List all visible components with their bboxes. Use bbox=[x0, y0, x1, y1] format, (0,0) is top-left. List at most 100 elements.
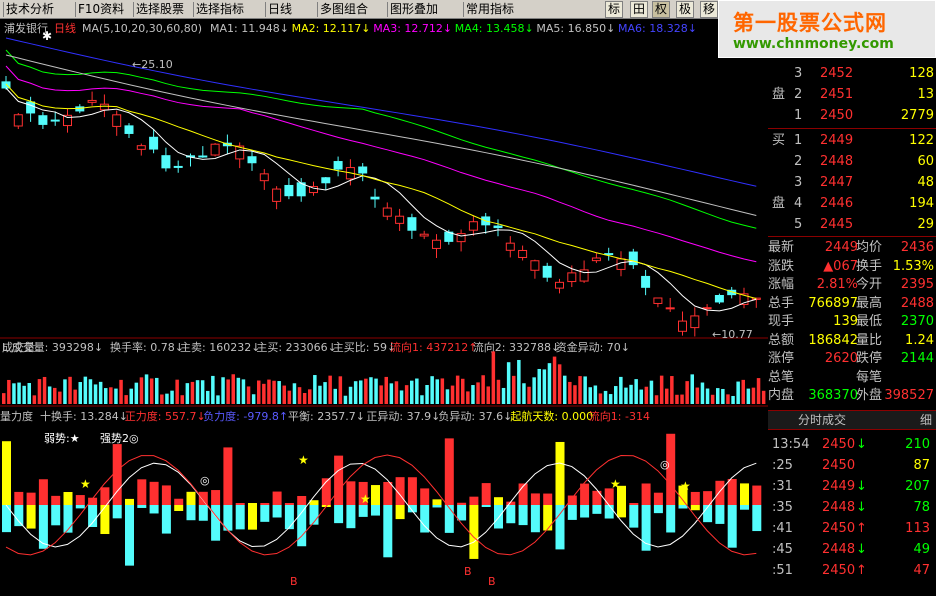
ma-label-3: MA4: 13.458↓ bbox=[455, 22, 534, 35]
tick-volume: 210 bbox=[905, 436, 930, 452]
volume-bar bbox=[83, 376, 88, 404]
force-bar-positive bbox=[592, 490, 602, 505]
volume-bar bbox=[476, 382, 480, 404]
volume-bar bbox=[353, 381, 358, 404]
volume-bar bbox=[287, 390, 292, 404]
level-number: 3 bbox=[794, 66, 803, 81]
toolbar-toggle-2[interactable]: 权 bbox=[652, 1, 670, 18]
volume-bar bbox=[568, 381, 572, 404]
volume-bar bbox=[124, 395, 128, 404]
level-price: 2448 bbox=[820, 154, 854, 169]
volume-bar bbox=[149, 378, 154, 404]
toolbar-item-6[interactable]: 图形叠加 bbox=[390, 2, 438, 17]
force-bar-negative bbox=[592, 505, 602, 514]
volume-bar bbox=[619, 376, 623, 404]
force-bar-positive bbox=[727, 478, 737, 505]
candle-body bbox=[210, 143, 220, 156]
force-bar-positive bbox=[383, 481, 393, 505]
volume-bar bbox=[277, 381, 281, 404]
force-bar-positive bbox=[51, 495, 61, 505]
volume-bar bbox=[7, 379, 11, 404]
candle-body bbox=[198, 155, 208, 158]
tick-price: 2450 bbox=[822, 457, 856, 473]
toolbar-item-4[interactable]: 日线 bbox=[268, 2, 292, 17]
level-price: 2445 bbox=[820, 217, 854, 232]
volume-bar bbox=[338, 376, 343, 404]
volume-bar bbox=[440, 378, 445, 404]
candle-body bbox=[604, 253, 614, 256]
force-bar-positive bbox=[481, 483, 491, 505]
toolbar-item-7[interactable]: 常用指标 bbox=[466, 2, 514, 17]
level-volume: 122 bbox=[909, 133, 934, 148]
level-price: 2449 bbox=[820, 133, 854, 148]
kline-chart-area[interactable]: 浦发银行 日线 MA(5,10,20,30,60,80) MA1: 11.948↓ MA… bbox=[0, 0, 768, 592]
candle-body bbox=[518, 249, 528, 258]
candle-body bbox=[112, 114, 122, 127]
force-bar-positive bbox=[186, 491, 196, 505]
ma-label-1: MA2: 12.117↓ bbox=[292, 22, 371, 35]
buy-level-4: 盘 4 2446 194 bbox=[768, 193, 936, 214]
volume-bar bbox=[185, 383, 190, 404]
volume-bar bbox=[379, 385, 383, 404]
candle-body bbox=[370, 196, 380, 200]
stat-row-8: 内盘 368370 外盘 398527 bbox=[768, 385, 936, 406]
volume-bar bbox=[47, 386, 52, 404]
force-bar-negative bbox=[161, 505, 171, 534]
tick-row: :25 2450 87 bbox=[768, 455, 936, 476]
toolbar-item-1[interactable]: F10资料 bbox=[78, 2, 124, 17]
force-bar-positive bbox=[297, 495, 307, 505]
toolbar-toggle-1[interactable]: 田 bbox=[630, 1, 648, 18]
volume-bar bbox=[496, 379, 501, 404]
volume-bar bbox=[78, 382, 82, 404]
volume-bar bbox=[226, 379, 230, 404]
force-bar-positive bbox=[420, 488, 430, 505]
volume-bar bbox=[721, 388, 725, 404]
volume-bar bbox=[104, 388, 108, 404]
toolbar-item-0[interactable]: 技术分析 bbox=[6, 2, 54, 17]
force-bar-positive bbox=[14, 491, 24, 505]
toolbar-item-5[interactable]: 多图组合 bbox=[320, 2, 368, 17]
force-bar-positive bbox=[457, 502, 467, 505]
cross-marker: ✱ bbox=[42, 29, 52, 43]
force-bar-positive bbox=[629, 503, 639, 505]
toolbar-item-2[interactable]: 选择股票 bbox=[136, 2, 184, 17]
volume-bar bbox=[129, 388, 133, 404]
sell-level-1: 1 2450 2779 bbox=[768, 105, 936, 126]
volume-bar bbox=[17, 382, 21, 404]
stat-key: 外盘 bbox=[856, 388, 883, 403]
level-volume: 2779 bbox=[900, 108, 934, 123]
toolbar-toggle-3[interactable]: 极 bbox=[676, 1, 694, 18]
volume-bar bbox=[517, 359, 521, 404]
volume-bar bbox=[608, 394, 613, 404]
force-bar-negative bbox=[617, 505, 626, 518]
force-bar-negative bbox=[727, 505, 737, 548]
force-bar-positive bbox=[334, 455, 344, 505]
volume-bar bbox=[425, 385, 429, 404]
tab-detail[interactable]: 细 bbox=[920, 411, 932, 429]
volume-bar bbox=[415, 378, 419, 404]
volume-bar bbox=[741, 379, 745, 404]
force-bar-positive bbox=[543, 493, 553, 505]
force-item-2: 负力度: -979.8↑ bbox=[203, 409, 288, 423]
candle-body bbox=[124, 125, 134, 134]
stat-value: 398527 bbox=[884, 388, 934, 403]
force-bar-negative bbox=[284, 505, 294, 530]
kline-svg[interactable]: 浦发银行 日线 MA(5,10,20,30,60,80) MA1: 11.948↓ MA… bbox=[0, 0, 768, 592]
tab-tick-trades[interactable]: 分时成交 bbox=[798, 411, 846, 429]
candle-body bbox=[99, 103, 109, 111]
volume-bar bbox=[267, 379, 271, 404]
volume-bar bbox=[333, 388, 337, 404]
toolbar-toggle-0[interactable]: 标 bbox=[605, 1, 623, 18]
volume-bar bbox=[32, 395, 37, 404]
toolbar-item-3[interactable]: 选择指标 bbox=[196, 2, 244, 17]
divider bbox=[768, 128, 936, 129]
volume-bar bbox=[486, 386, 490, 404]
buy-level-2: 2 2448 60 bbox=[768, 151, 936, 172]
toolbar-toggle-4[interactable]: 移 bbox=[700, 1, 718, 18]
volume-bar bbox=[527, 386, 531, 404]
volume-bar bbox=[175, 379, 179, 404]
volume-bar bbox=[455, 375, 460, 404]
volume-bar bbox=[690, 374, 694, 404]
volume-bar bbox=[241, 379, 246, 404]
volume-bar bbox=[211, 375, 215, 404]
